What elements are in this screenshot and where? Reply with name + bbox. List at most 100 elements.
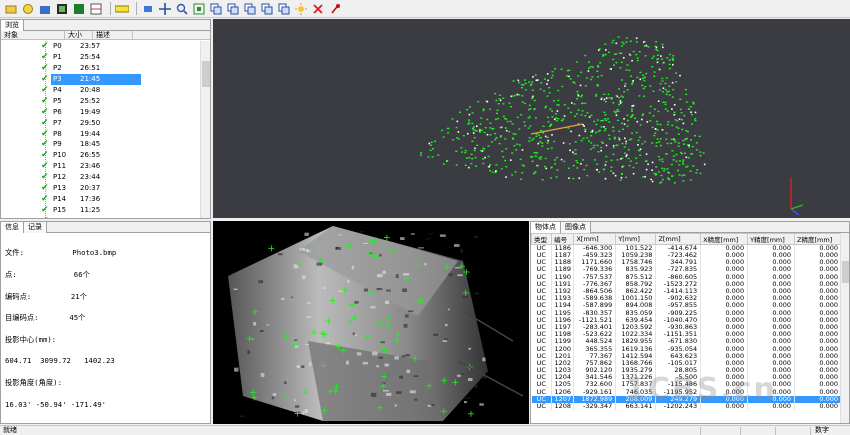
copy3-icon[interactable] — [243, 2, 257, 16]
fit-icon[interactable] — [192, 2, 206, 16]
tree-item-p2[interactable]: ✔ P2 26:51 — [1, 63, 200, 74]
check-icon[interactable]: ✔ — [41, 85, 49, 95]
cloud-point — [487, 145, 490, 147]
photo-canvas[interactable] — [213, 221, 529, 424]
check-icon[interactable]: ✔ — [41, 216, 49, 218]
tree-item-p1[interactable]: ✔ P1 25:54 — [1, 52, 200, 63]
point-cloud-view[interactable] — [213, 19, 850, 218]
info-panel: 信息 记录 文件: Photo3.bmp 点: 66个 编码点: 21个 目编码… — [0, 221, 211, 424]
cloud-point — [682, 163, 685, 165]
cloud-point — [569, 78, 572, 80]
pin-icon[interactable] — [328, 2, 342, 16]
control-point — [600, 98, 603, 100]
tree-item-p9[interactable]: ✔ P9 18:45 — [1, 139, 200, 150]
cloud-point — [656, 123, 659, 126]
tree-item-p0[interactable]: ✔ P0 23:57 — [1, 41, 200, 52]
col-y-precision[interactable]: Y精度[mm] — [747, 233, 796, 245]
control-point — [456, 120, 459, 123]
col-x[interactable]: X[mm] — [573, 233, 617, 245]
check-icon[interactable]: ✔ — [41, 183, 49, 193]
check-icon[interactable]: ✔ — [41, 118, 49, 128]
cloud-point — [499, 94, 502, 96]
column-description[interactable]: 描述 — [93, 31, 133, 39]
photo-view[interactable] — [213, 221, 529, 424]
col-y[interactable]: Y[mm] — [615, 233, 657, 245]
cloud-point — [555, 117, 558, 119]
col-z-precision[interactable]: Z精度[mm] — [794, 233, 842, 245]
table-icon[interactable] — [89, 2, 103, 16]
col-type[interactable]: 类型 — [531, 233, 553, 245]
move-icon[interactable] — [158, 2, 172, 16]
check-icon[interactable]: ✔ — [41, 74, 49, 84]
tree-item-p7[interactable]: ✔ P7 29:50 — [1, 117, 200, 128]
folder-icon[interactable] — [38, 2, 52, 16]
open-icon[interactable] — [4, 2, 18, 16]
copy2-icon[interactable] — [226, 2, 240, 16]
tree-item-p6[interactable]: ✔ P6 19:49 — [1, 106, 200, 117]
cloud-point — [680, 112, 683, 114]
copy5-icon[interactable] — [277, 2, 291, 16]
table-scroll-thumb[interactable] — [842, 261, 849, 283]
check-icon[interactable]: ✔ — [41, 63, 49, 73]
col-id[interactable]: 编号 — [551, 233, 575, 245]
check-icon[interactable]: ✔ — [41, 205, 49, 215]
export-icon[interactable] — [72, 2, 86, 16]
tree-item-p4[interactable]: ✔ P4 20:48 — [1, 85, 200, 96]
check-icon[interactable]: ✔ — [41, 194, 49, 204]
photo-icon[interactable] — [55, 2, 69, 16]
control-point — [679, 74, 681, 77]
check-icon[interactable]: ✔ — [41, 172, 49, 182]
cloud-point — [581, 110, 584, 112]
check-icon[interactable]: ✔ — [41, 129, 49, 139]
cloud-point — [612, 146, 615, 149]
table-scrollbar[interactable] — [840, 233, 849, 423]
tree-item-p11[interactable]: ✔ P11 23:46 — [1, 161, 200, 172]
column-size[interactable]: 大小 — [65, 31, 93, 39]
cloud-point — [644, 86, 647, 88]
zoom-icon[interactable] — [175, 2, 189, 16]
col-x-precision[interactable]: X精度[mm] — [700, 233, 749, 245]
check-icon[interactable]: ✔ — [41, 150, 49, 160]
column-object[interactable]: 对象 — [1, 31, 65, 39]
delete-icon[interactable] — [311, 2, 325, 16]
light-icon[interactable] — [294, 2, 308, 16]
check-icon[interactable]: ✔ — [41, 52, 49, 62]
tree-item-p13[interactable]: ✔ P13 20:37 — [1, 183, 200, 194]
control-point — [468, 166, 470, 169]
control-point — [661, 129, 664, 131]
tree-item-p12[interactable]: ✔ P12 23:44 — [1, 172, 200, 183]
tree-item-p15[interactable]: ✔ P15 11:25 — [1, 204, 200, 215]
col-z[interactable]: Z[mm] — [655, 233, 702, 245]
tab-info[interactable]: 信息 — [1, 222, 24, 233]
tree-item-p3[interactable]: ✔ P3 21:45 — [1, 73, 200, 85]
check-icon[interactable]: ✔ — [41, 139, 49, 149]
check-icon[interactable]: ✔ — [41, 96, 49, 106]
copy4-icon[interactable] — [260, 2, 274, 16]
cloud-point — [629, 75, 632, 77]
tree-item-p14[interactable]: ✔ P14 17:36 — [1, 193, 200, 204]
control-point — [472, 132, 475, 134]
pan-icon[interactable] — [141, 2, 155, 16]
check-icon[interactable]: ✔ — [41, 41, 49, 51]
tab-object-points[interactable]: 物体点 — [531, 222, 561, 233]
measure-icon[interactable] — [115, 2, 129, 16]
copy-icon[interactable] — [209, 2, 223, 16]
tab-log[interactable]: 记录 — [24, 222, 47, 233]
tree-item-p5[interactable]: ✔ P5 25:52 — [1, 95, 200, 106]
tab-image-points[interactable]: 图像点 — [561, 222, 591, 233]
tab-browse[interactable]: 浏览 — [1, 20, 24, 31]
tree-item-p10[interactable]: ✔ P10 26:55 — [1, 150, 200, 161]
cloud-point — [584, 115, 587, 117]
cloud-point — [455, 164, 458, 166]
control-point — [578, 177, 581, 179]
browse-scroll-thumb[interactable] — [202, 61, 210, 87]
cloud-point — [590, 114, 593, 117]
tree-item-p8[interactable]: ✔ P8 19:44 — [1, 128, 200, 139]
browse-scrollbar[interactable] — [200, 41, 210, 218]
tree-item-p16[interactable]: ✔ P16 18:45 — [1, 215, 200, 218]
point-cloud-canvas[interactable] — [213, 19, 850, 218]
check-icon[interactable]: ✔ — [41, 107, 49, 117]
check-icon[interactable]: ✔ — [41, 161, 49, 171]
save-icon[interactable] — [21, 2, 35, 16]
cloud-point — [625, 69, 628, 71]
